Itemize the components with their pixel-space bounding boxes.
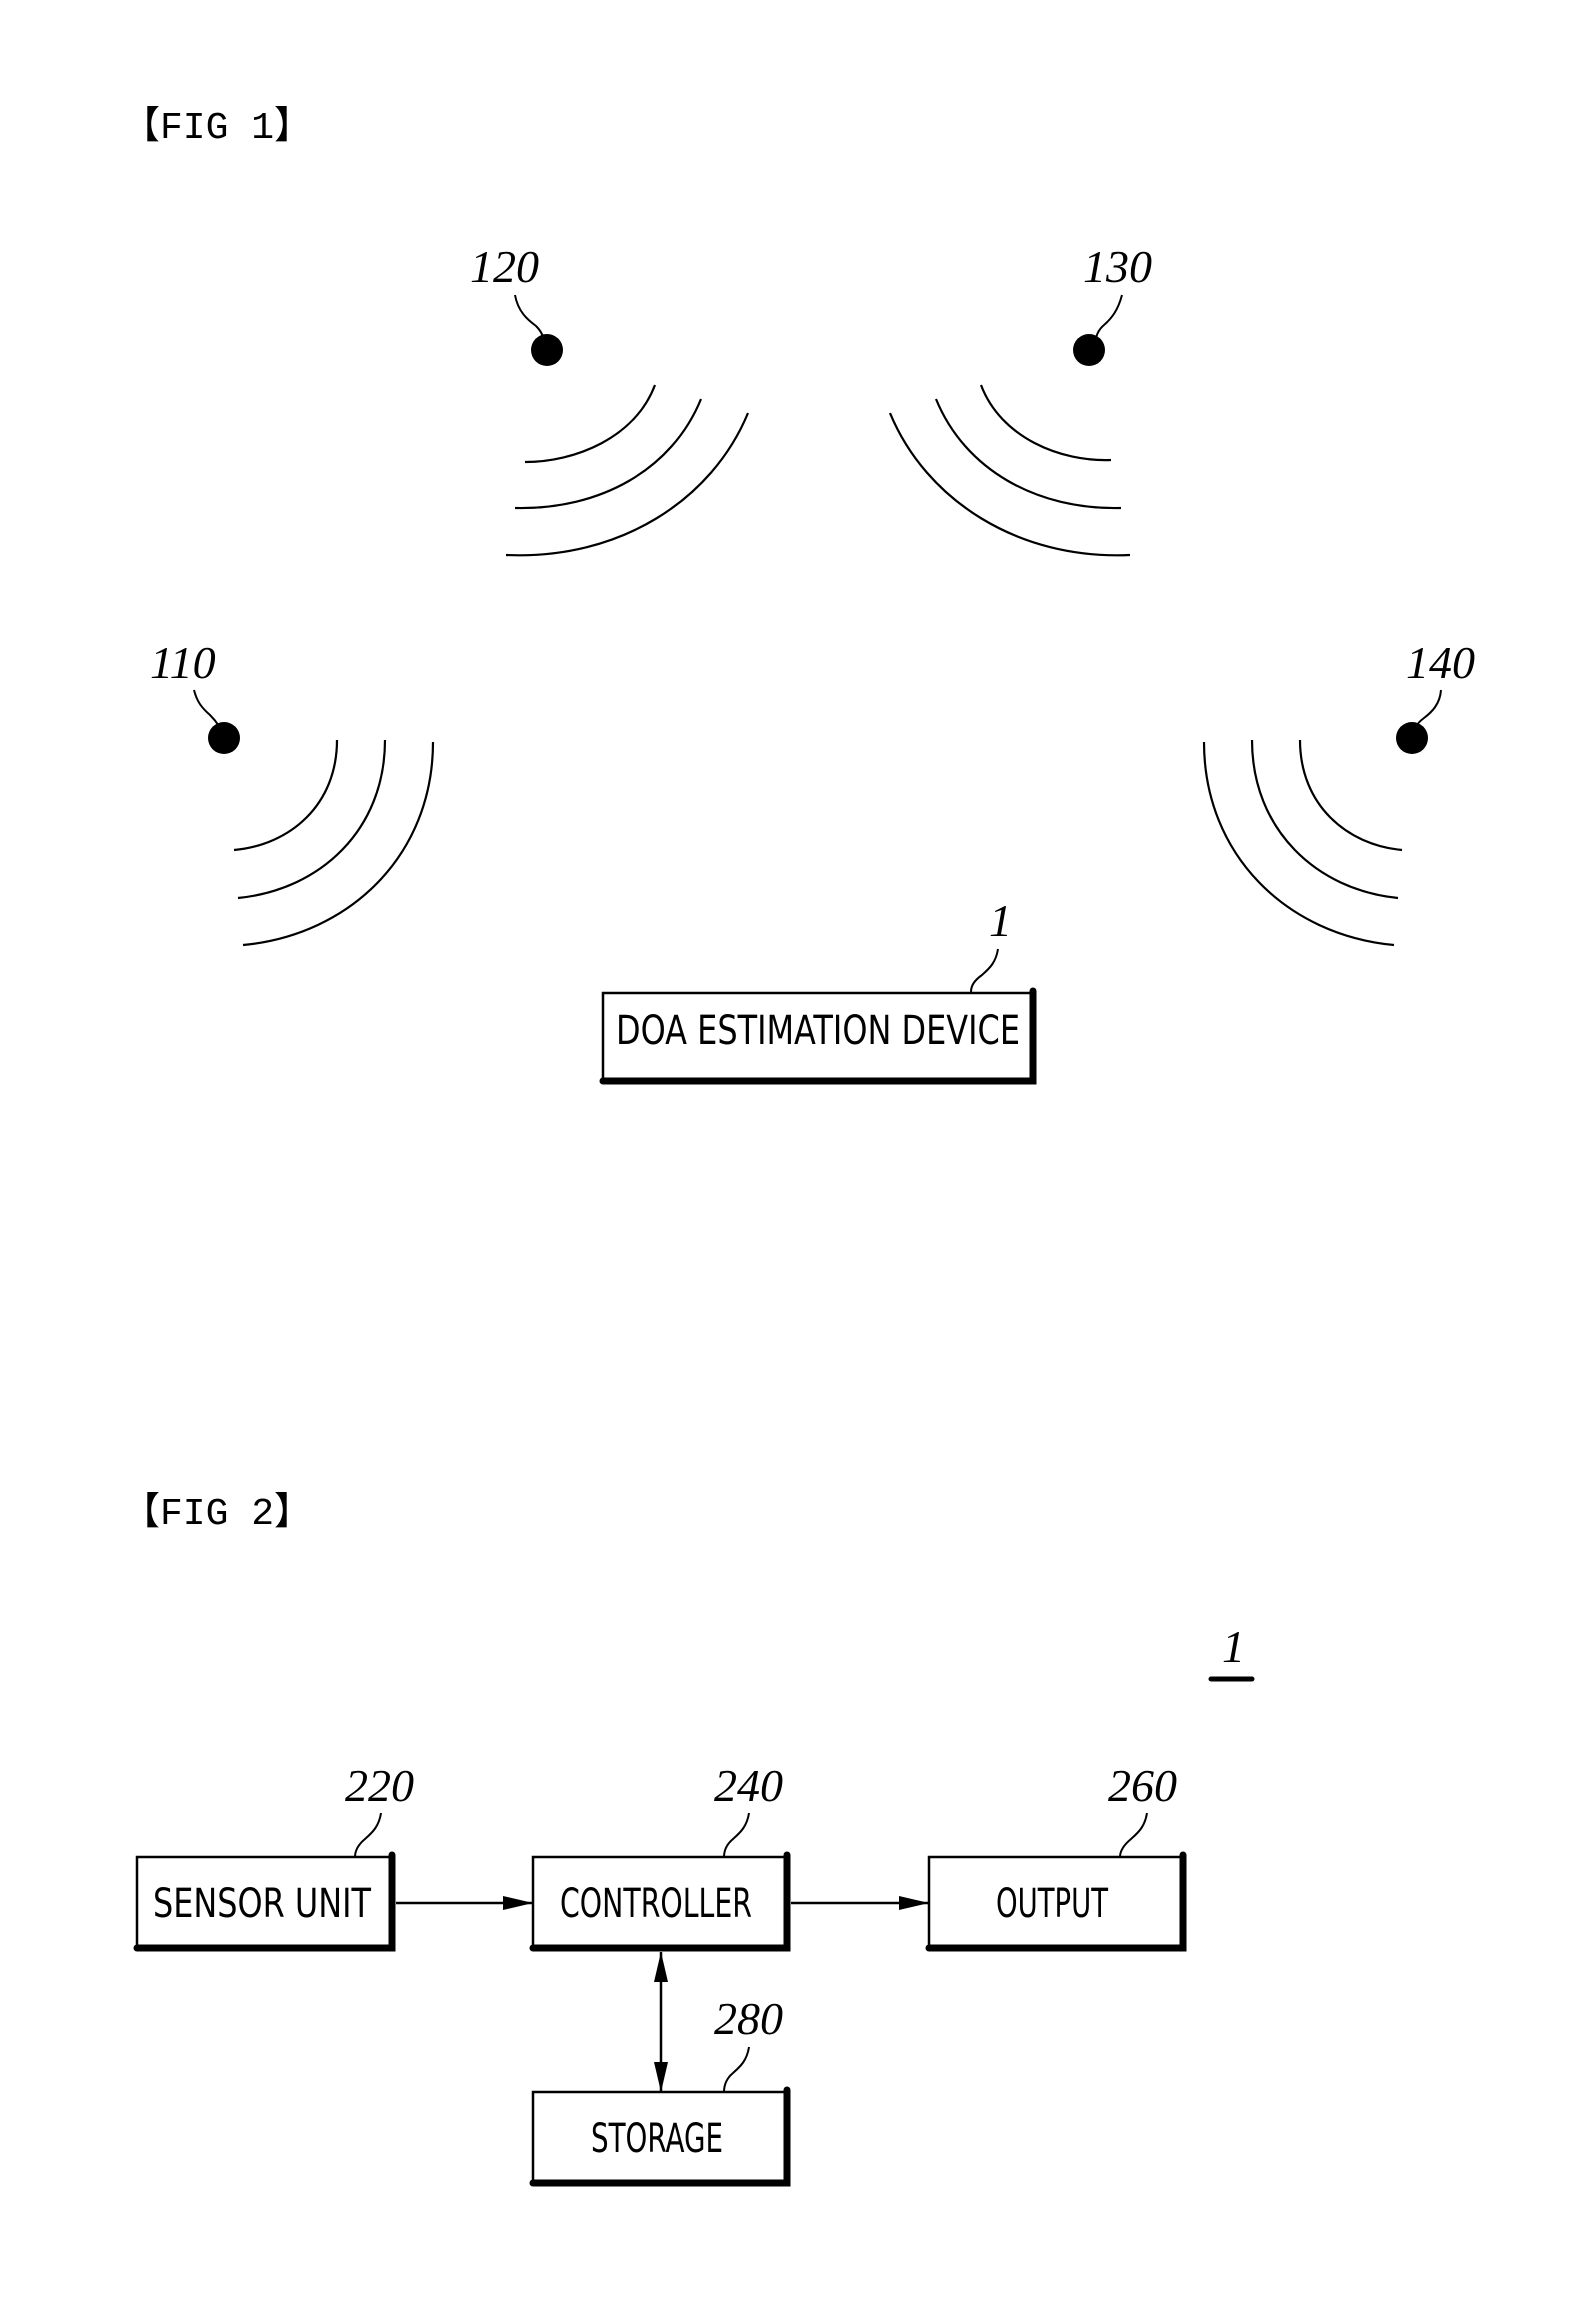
leader-line-110 [193, 689, 220, 727]
block-output: 260 OUTPUT [925, 1760, 1187, 1952]
storage-label: STORAGE [591, 2116, 723, 2162]
patent-drawing-sheet: 【FIG 1】 120 130 110 140 1 DOA ESTIMATION… [122, 106, 1475, 2187]
ref-label-220: 220 [345, 1760, 414, 1811]
fig1-title: 【FIG 1】 [122, 106, 312, 150]
leader-line-240 [723, 1812, 750, 1858]
wave-arc-icon [1202, 741, 1395, 947]
wave-arc-icon [505, 412, 750, 557]
wave-arc-icon [979, 384, 1112, 462]
figure-2: 【FIG 2】 1 220 SENSOR UNIT 240 CONTROLLER… [122, 1492, 1255, 2187]
ref-label-240: 240 [714, 1760, 783, 1811]
wave-arc-icon [934, 398, 1122, 510]
leader-line-280 [723, 2046, 750, 2093]
sound-source-dot-icon [531, 334, 563, 366]
leader-line-device [970, 948, 999, 993]
leader-line-130 [1094, 294, 1123, 344]
wave-arc-icon [233, 739, 339, 852]
figure-1: 【FIG 1】 120 130 110 140 1 DOA ESTIMATION… [122, 106, 1475, 1085]
ref-label-280: 280 [714, 1993, 783, 2044]
ref-label-device: 1 [989, 895, 1012, 946]
sound-source-dot-icon [1073, 334, 1105, 366]
wave-arc-icon [1250, 739, 1399, 900]
output-label: OUTPUT [996, 1881, 1108, 1927]
ref-label-130: 130 [1083, 241, 1152, 292]
sound-source-dot-icon [1396, 722, 1428, 754]
wave-arc-icon [888, 412, 1131, 557]
source-120: 120 [470, 241, 750, 557]
ref-label-140: 140 [1406, 637, 1475, 688]
wave-arc-icon [242, 741, 435, 947]
wave-arc-icon [514, 398, 703, 510]
device-label: DOA ESTIMATION DEVICE [616, 1008, 1020, 1054]
block-sensor-unit: 220 SENSOR UNIT [133, 1760, 414, 1952]
ref-label-120: 120 [470, 241, 539, 292]
wave-arc-icon [524, 384, 657, 464]
leader-line-260 [1119, 1812, 1148, 1858]
wave-arc-icon [237, 739, 387, 900]
leader-line-220 [354, 1812, 382, 1858]
wave-arc-icon [1298, 739, 1403, 852]
source-110: 110 [150, 637, 435, 947]
leader-line-140 [1415, 689, 1442, 728]
doa-estimation-device-block: 1 DOA ESTIMATION DEVICE [599, 895, 1037, 1085]
ref-label-110: 110 [150, 637, 216, 688]
controller-label: CONTROLLER [560, 1881, 752, 1927]
sensor-unit-label: SENSOR UNIT [153, 1881, 371, 1927]
block-controller: 240 CONTROLLER [529, 1760, 791, 1952]
system-ref-label: 1 [1222, 1621, 1245, 1672]
sound-source-dot-icon [208, 722, 240, 754]
source-130: 130 [888, 241, 1152, 557]
source-140: 140 [1202, 637, 1475, 947]
ref-label-260: 260 [1108, 1760, 1177, 1811]
fig2-title: 【FIG 2】 [122, 1492, 312, 1536]
